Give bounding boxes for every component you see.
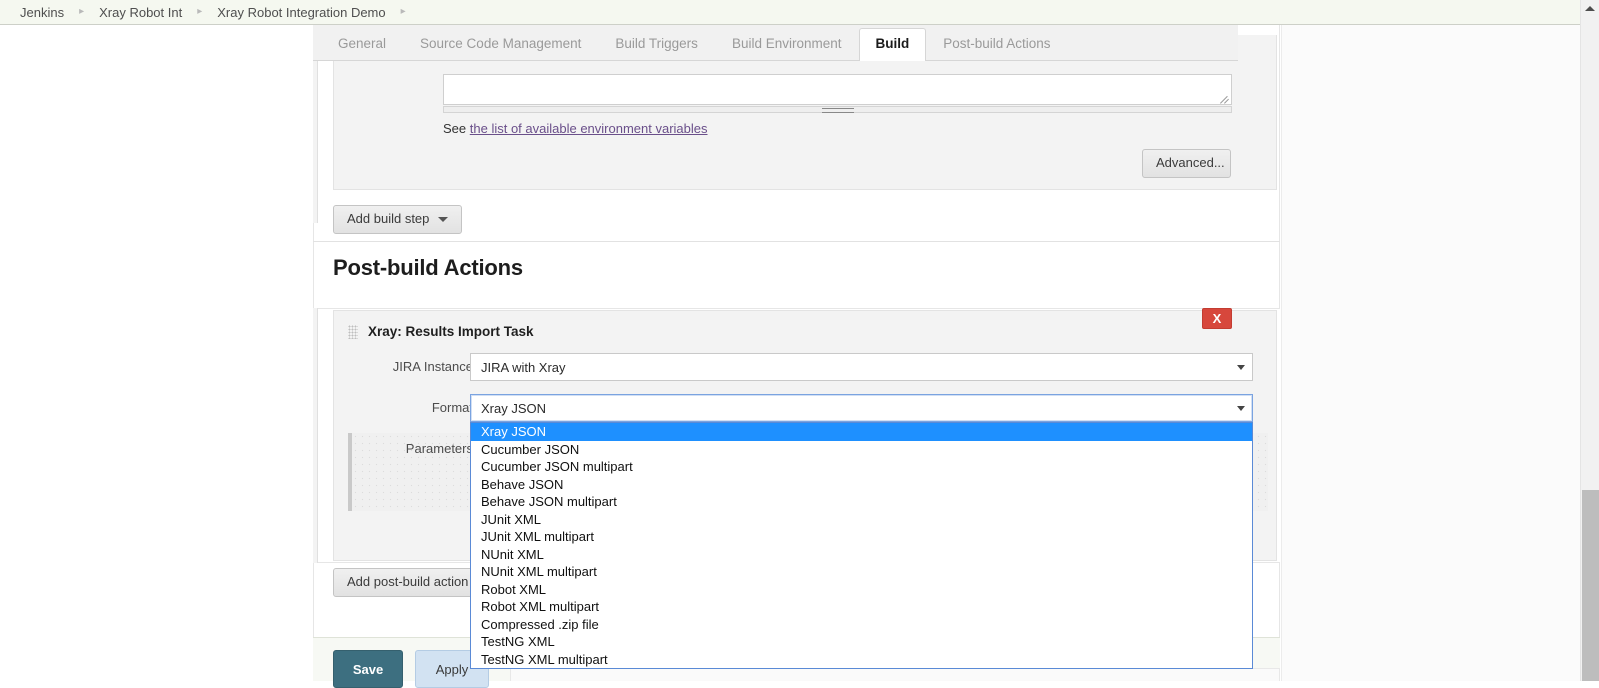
environment-variables-link[interactable]: the list of available environment variab… [470,121,708,136]
command-textarea[interactable] [443,74,1232,105]
scrollbar-thumb[interactable] [1582,490,1599,681]
environment-variables-hint: See the list of available environment va… [443,121,708,136]
delete-task-button[interactable]: X [1202,308,1232,329]
parameters-label: Parameters [405,441,473,456]
config-tab-bar: General Source Code Management Build Tri… [313,25,1238,61]
page-scrollbar[interactable] [1580,0,1599,681]
format-option[interactable]: TestNG XML multipart [471,651,1252,669]
post-build-left-rail [313,308,318,563]
format-option[interactable]: Behave JSON [471,476,1252,494]
save-button[interactable]: Save [333,650,403,688]
tab-general[interactable]: General [321,28,403,61]
format-value: Xray JSON [481,400,547,416]
format-option[interactable]: NUnit XML [471,546,1252,564]
jira-instance-select[interactable]: JIRA with Xray [470,353,1253,381]
breadcrumb-item-folder[interactable]: Xray Robot Int [97,5,184,20]
breadcrumb-item-jenkins[interactable]: Jenkins [18,5,66,20]
tab-build-environment[interactable]: Build Environment [715,28,859,61]
add-build-step-label: Add build step [347,211,430,226]
tab-build-triggers[interactable]: Build Triggers [598,28,715,61]
scroll-up-arrow-icon[interactable] [1585,6,1595,11]
drag-grip-icon[interactable] [348,325,358,339]
format-option[interactable]: Behave JSON multipart [471,493,1252,511]
format-option[interactable]: TestNG XML [471,633,1252,651]
format-option[interactable]: Robot XML multipart [471,598,1252,616]
form-footer-filler [510,668,1280,681]
tab-source-code-management[interactable]: Source Code Management [403,28,598,61]
chevron-down-icon [438,216,449,222]
add-post-build-action-button[interactable]: Add post-build action [333,568,483,597]
advanced-button[interactable]: Advanced... [1142,149,1231,178]
format-option[interactable]: JUnit XML [471,511,1252,529]
config-page: General Source Code Management Build Tri… [0,25,1580,688]
format-dropdown-list[interactable]: Xray JSON Cucumber JSON Cucumber JSON mult… [470,422,1253,669]
format-option[interactable]: Xray JSON [471,423,1252,441]
format-option[interactable]: Cucumber JSON multipart [471,458,1252,476]
form-footer-buttons: Save Apply [333,650,489,688]
textarea-drag-bar[interactable] [443,106,1232,113]
format-option[interactable]: Robot XML [471,581,1252,599]
breadcrumb-item-job[interactable]: Xray Robot Integration Demo [215,5,387,20]
right-empty-pane [1281,25,1580,681]
add-build-step-button[interactable]: Add build step [333,205,463,234]
post-build-task-title: Xray: Results Import Task [368,324,534,339]
env-hint-prefix: See [443,121,467,136]
format-option[interactable]: JUnit XML multipart [471,528,1252,546]
breadcrumb-separator-icon: ▸ [197,6,203,17]
chevron-down-icon [1237,406,1245,411]
section-divider [313,241,1280,242]
format-option[interactable]: Compressed .zip file [471,616,1252,634]
breadcrumb: Jenkins ▸ Xray Robot Int ▸ Xray Robot In… [0,0,1580,25]
tab-post-build-actions[interactable]: Post-build Actions [926,28,1067,61]
format-option[interactable]: NUnit XML multipart [471,563,1252,581]
jira-instance-value: JIRA with Xray [481,359,566,375]
format-label: Format [431,400,473,415]
breadcrumb-separator-icon: ▸ [79,6,85,17]
breadcrumb-separator-icon: ▸ [400,6,406,17]
chevron-down-icon [1237,365,1245,370]
jira-instance-label: JIRA Instance [392,359,473,374]
format-select[interactable]: Xray JSON [470,394,1253,422]
page-section-title: Post-build Actions [333,255,523,280]
format-option[interactable]: Cucumber JSON [471,441,1252,459]
tab-build[interactable]: Build [858,28,927,61]
